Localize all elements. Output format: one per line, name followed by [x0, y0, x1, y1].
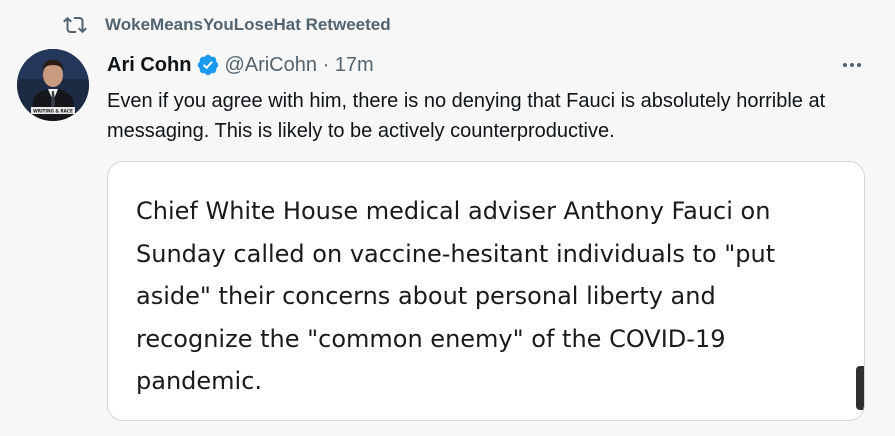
tweet-timestamp[interactable]: 17m: [335, 54, 374, 77]
tweet-text: Even if you agree with him, there is no …: [107, 90, 826, 142]
avatar[interactable]: WRITING & RACE: [17, 49, 89, 121]
retweet-context[interactable]: WokeMeansYouLoseHat Retweeted: [63, 12, 391, 38]
card-scroll-handle: [856, 366, 864, 410]
author-handle[interactable]: @AriCohn: [224, 54, 317, 77]
tweet-header: Ari Cohn @AriCohn · 17m: [107, 50, 374, 80]
verified-badge-icon: [196, 53, 220, 77]
retweet-icon: [63, 13, 87, 37]
card-text: Chief White House medical adviser Anthon…: [136, 197, 776, 395]
embedded-image-card[interactable]: Chief White House medical adviser Anthon…: [107, 161, 865, 421]
avatar-caption: WRITING & RACE: [33, 109, 73, 114]
author-name[interactable]: Ari Cohn: [107, 54, 191, 77]
more-options-icon[interactable]: [838, 52, 866, 78]
retweet-label: WokeMeansYouLoseHat Retweeted: [105, 15, 391, 34]
meta-separator: ·: [322, 53, 330, 76]
